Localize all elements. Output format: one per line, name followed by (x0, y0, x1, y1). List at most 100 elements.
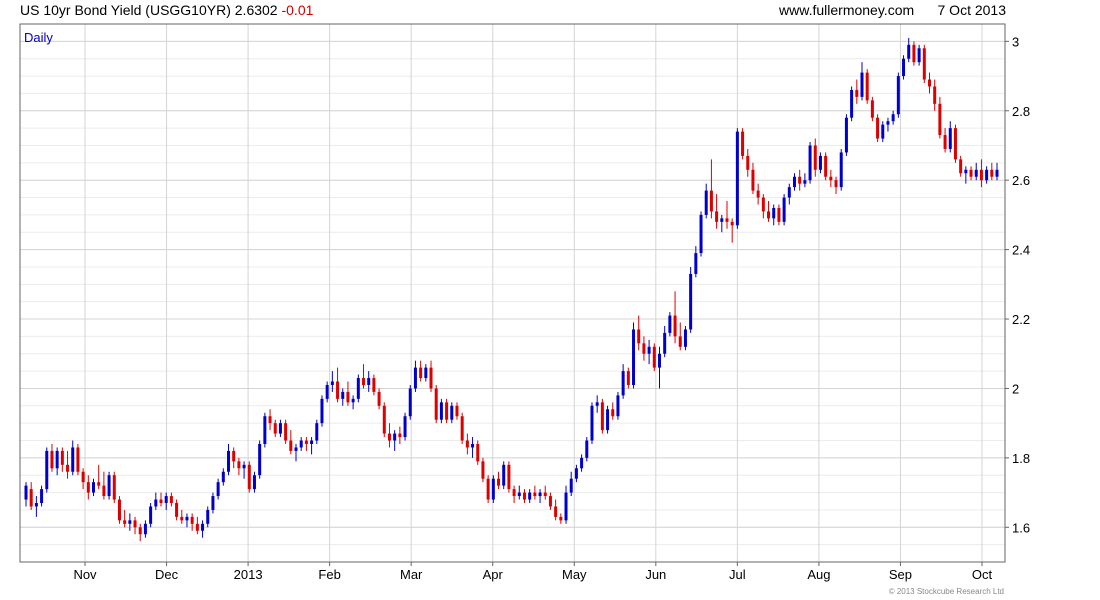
candle-body (398, 433, 402, 438)
candle-body (554, 506, 558, 517)
candle-body (715, 211, 719, 222)
candle-body (709, 190, 713, 212)
candle-body (979, 169, 983, 181)
candle-body (29, 489, 33, 507)
candle-body (221, 471, 225, 483)
candle-body (590, 405, 594, 441)
candle-body (413, 367, 417, 389)
candle-body (652, 346, 656, 368)
candle-body (616, 395, 620, 417)
candle-body (922, 48, 926, 80)
y-tick-label: 2.6 (1012, 173, 1030, 188)
candle-body (569, 478, 573, 493)
candle-body (632, 329, 636, 385)
candle-body (445, 402, 449, 420)
candle-body (107, 475, 111, 497)
candle-body (839, 152, 843, 188)
candle-body (689, 273, 693, 330)
candle-body (289, 440, 293, 451)
candle-body (844, 117, 848, 153)
candle-body (393, 433, 397, 441)
candle-body (112, 475, 116, 500)
candle-body (507, 464, 511, 490)
candle-body (86, 482, 90, 493)
y-tick-label: 3 (1012, 34, 1019, 49)
candle-body (237, 461, 241, 469)
candle-body (896, 76, 900, 115)
candle-body (367, 378, 371, 385)
candle-body (818, 155, 822, 170)
candle-body (886, 121, 890, 125)
candle-body (767, 211, 771, 219)
candle-body (741, 131, 745, 156)
candle-body (429, 367, 433, 389)
candle-body (247, 464, 251, 490)
candle-body (476, 443, 480, 462)
candle-body (751, 169, 755, 191)
candle-body (642, 343, 646, 354)
candle-body (299, 440, 303, 448)
y-tick-label: 2.8 (1012, 104, 1030, 119)
candle-body (637, 329, 641, 344)
candle-body (263, 416, 267, 444)
candle-body (471, 443, 475, 448)
candle-body (600, 402, 604, 431)
candle-body (761, 197, 765, 212)
candle-body (933, 86, 937, 104)
candle-body (777, 207, 781, 222)
candle-body (341, 391, 345, 399)
candle-body (855, 89, 859, 97)
candle-body (117, 499, 121, 521)
candle-body (330, 381, 334, 385)
candle-body (912, 44, 916, 63)
candle-body (60, 450, 64, 465)
candle-body (403, 416, 407, 438)
candle-body (268, 416, 272, 424)
candle-body (434, 388, 438, 420)
candle-body (673, 315, 677, 337)
candle-body (522, 492, 526, 500)
candle-body (439, 402, 443, 420)
candle-body (325, 384, 329, 399)
candle-body (564, 492, 568, 521)
candle-body (128, 520, 132, 524)
y-tick-label: 2.4 (1012, 243, 1030, 258)
candle-body (585, 440, 589, 458)
candle-body (419, 367, 423, 379)
candle-body (346, 391, 350, 403)
candle-body (756, 190, 760, 198)
plot-frame (19, 23, 1006, 563)
candle-body (512, 489, 516, 497)
candle-body (201, 523, 205, 531)
candle-body (725, 218, 729, 222)
candle-body (273, 423, 277, 434)
candle-body (408, 388, 412, 417)
candle-body (917, 48, 921, 63)
candle-body (876, 117, 880, 139)
candle-body (242, 464, 246, 469)
candle-body (50, 450, 54, 469)
y-tick-label: 2 (1012, 381, 1019, 396)
candle-body (502, 464, 506, 486)
x-tick-label: Nov (73, 567, 97, 582)
candle-body (497, 478, 501, 486)
candle-body (149, 506, 153, 524)
candle-body (34, 502, 38, 507)
candlestick-chart: Nov Dec 2013 Feb Mar Apr May Jun Jul Aug Sep Oct 1.6… (19, 23, 1030, 582)
candle-body (948, 128, 952, 149)
candle-body (227, 450, 231, 472)
candle-body (97, 482, 101, 486)
y-tick-label: 1.6 (1012, 520, 1030, 535)
candle-body (606, 409, 610, 431)
x-tick-label: Feb (318, 567, 340, 582)
candle-body (190, 516, 194, 524)
candle-body (175, 502, 179, 517)
candle-body (81, 471, 85, 483)
candle-body (548, 496, 552, 507)
candle-body (351, 398, 355, 403)
candle-body (336, 381, 340, 399)
candle-body (180, 516, 184, 521)
candle-body (626, 371, 630, 385)
candle-body (543, 492, 547, 497)
candle-body (258, 443, 262, 476)
